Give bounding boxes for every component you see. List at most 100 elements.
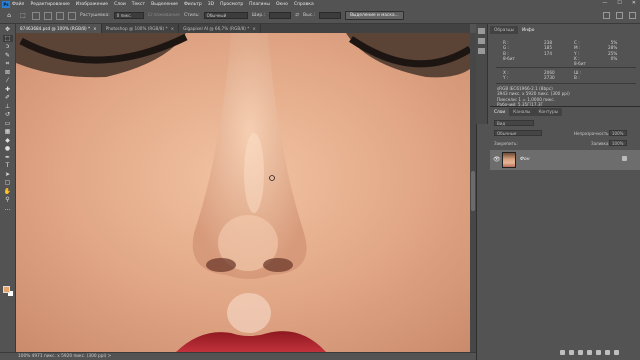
subtract-selection-icon[interactable] [56, 11, 64, 20]
menu-help[interactable]: Справка [294, 2, 314, 7]
new-group-icon[interactable] [596, 350, 601, 355]
options-bar: ⌂ ⬚ Растушевка: 0 пикс. Сглаживание Стил… [0, 8, 640, 24]
width-label: Шир.: [251, 13, 266, 18]
frame-tool-icon[interactable]: ⊠ [3, 69, 13, 76]
tab-document-3[interactable]: Gigapixel AI @ 66,7% (RGB/8) * × [179, 24, 261, 33]
path-select-tool-icon[interactable]: ➤ [3, 171, 13, 178]
lasso-tool-icon[interactable]: ↄ [3, 43, 13, 50]
document-info: sRGB IEC61966-2.1 (8bpc) 3943 пикс. x 59… [497, 86, 570, 107]
new-layer-icon[interactable] [605, 350, 610, 355]
healing-brush-tool-icon[interactable]: ✚ [3, 86, 13, 93]
menu-view[interactable]: Просмотр [220, 2, 243, 7]
more-tools-icon[interactable]: … [3, 205, 13, 212]
swap-icon[interactable]: ⇄ [295, 13, 299, 18]
intersect-selection-icon[interactable] [68, 11, 76, 20]
marquee-tool-icon[interactable]: ⬚ [2, 34, 13, 42]
eyedropper-tool-icon[interactable]: ⁄ [3, 77, 13, 84]
menu-layers[interactable]: Слои [114, 2, 126, 7]
properties-icon[interactable] [478, 48, 485, 54]
menu-select[interactable]: Выделение [151, 2, 178, 7]
window-controls: — ☐ ✕ [602, 0, 636, 6]
antialias-checkbox[interactable]: Сглаживание [148, 13, 180, 18]
maximize-icon[interactable]: ☐ [617, 0, 621, 6]
tab-document-2[interactable]: Photoshop @ 100% (RGB/8) * × [102, 24, 180, 33]
tab-close-icon[interactable]: × [171, 26, 175, 31]
foreground-color-swatch[interactable] [3, 286, 10, 293]
adjustment-layer-icon[interactable] [587, 350, 592, 355]
layer-filter-select[interactable]: Вид [494, 120, 534, 126]
right-panels [476, 24, 640, 360]
add-mask-icon[interactable] [578, 350, 583, 355]
color-icon[interactable] [478, 38, 485, 44]
options-right-icons [603, 12, 636, 19]
tab-close-icon[interactable]: × [93, 26, 97, 31]
divider [496, 67, 636, 68]
delete-layer-icon[interactable] [614, 350, 619, 355]
eye-icon[interactable]: 👁 [493, 156, 501, 163]
quick-select-tool-icon[interactable]: ✎ [3, 52, 13, 59]
minimize-icon[interactable]: — [602, 0, 607, 6]
type-tool-icon[interactable]: T [3, 162, 13, 169]
new-selection-icon[interactable] [32, 11, 40, 20]
menu-edit[interactable]: Редактирование [30, 2, 69, 7]
blur-tool-icon[interactable]: ◆ [3, 137, 13, 144]
menu-filter[interactable]: Фильтр [184, 2, 202, 7]
layer-name[interactable]: Фон [520, 157, 530, 162]
crop-tool-icon[interactable]: ⌗ [3, 60, 13, 67]
tab-layers[interactable]: Слои [490, 108, 510, 116]
blend-mode-select[interactable]: Обычные [494, 130, 542, 136]
share-icon[interactable] [629, 12, 636, 19]
marquee-preset-icon[interactable]: ⬚ [18, 12, 28, 19]
tab-label: 87463684.psd @ 100% (RGB/8) * [20, 26, 91, 31]
eraser-tool-icon[interactable]: ▭ [3, 120, 13, 127]
add-selection-icon[interactable] [44, 11, 52, 20]
opacity-input[interactable]: 100% [609, 130, 627, 136]
height-input[interactable] [319, 12, 342, 19]
divider [496, 83, 636, 84]
scrollbar-thumb[interactable] [471, 171, 475, 211]
close-icon[interactable]: ✕ [632, 0, 636, 6]
clone-stamp-tool-icon[interactable]: ⊥ [3, 103, 13, 110]
tab-swatches[interactable]: Образцы [490, 26, 518, 34]
menu-window[interactable]: Окно [276, 2, 288, 7]
menu-image[interactable]: Изображение [76, 2, 108, 7]
tab-channels[interactable]: Каналы [509, 108, 534, 116]
tab-info[interactable]: Инфо [518, 26, 539, 34]
zoom-tool-icon[interactable]: ⚲ [3, 196, 13, 203]
link-layers-icon[interactable] [560, 350, 565, 355]
menu-plugins[interactable]: Плагины [249, 2, 270, 7]
tab-document-1[interactable]: 87463684.psd @ 100% (RGB/8) * × [16, 24, 102, 33]
home-icon[interactable]: ⌂ [4, 12, 14, 19]
lock-icon [622, 156, 627, 161]
style-select[interactable]: Обычный [203, 12, 248, 19]
menu-file[interactable]: Файл [12, 2, 24, 7]
menu-3d[interactable]: 3D [208, 2, 214, 7]
move-tool-icon[interactable]: ✥ [3, 26, 13, 33]
layer-style-icon[interactable] [569, 350, 574, 355]
tab-label: Photoshop @ 100% (RGB/8) * [105, 26, 168, 31]
gradient-tool-icon[interactable]: ▦ [3, 128, 13, 135]
fill-input[interactable]: 100% [609, 140, 627, 146]
select-and-mask-button[interactable]: Выделение и маска... [345, 11, 404, 20]
width-input[interactable] [269, 12, 292, 19]
search-icon[interactable] [603, 12, 610, 19]
rectangle-tool-icon[interactable]: ▢ [3, 179, 13, 186]
document-tabs: 87463684.psd @ 100% (RGB/8) * × Photosho… [16, 24, 470, 33]
hand-tool-icon[interactable]: ✋ [3, 188, 13, 195]
tab-close-icon[interactable]: × [252, 26, 256, 31]
tab-paths[interactable]: Контуры [534, 108, 562, 116]
history-brush-tool-icon[interactable]: ↺ [3, 111, 13, 118]
dodge-tool-icon[interactable]: ● [3, 145, 13, 152]
brush-tool-icon[interactable]: ✐ [3, 94, 13, 101]
feather-input[interactable]: 0 пикс. [113, 12, 144, 19]
history-icon[interactable] [478, 28, 485, 34]
pen-tool-icon[interactable]: ✒ [3, 154, 13, 161]
opacity-label: Непрозрачность: [574, 131, 610, 136]
info-xy-values: 2060 2730 [544, 70, 555, 81]
workspace-icon[interactable] [616, 12, 623, 19]
info-xy-labels: X : Y : [503, 70, 509, 81]
document-canvas[interactable] [16, 33, 470, 352]
lock-label: Закрепить: [494, 141, 518, 146]
menu-text[interactable]: Текст [132, 2, 145, 7]
status-bar: 100% 4971 пикс. x 5920 пикс. (300 ppi) > [0, 352, 476, 360]
